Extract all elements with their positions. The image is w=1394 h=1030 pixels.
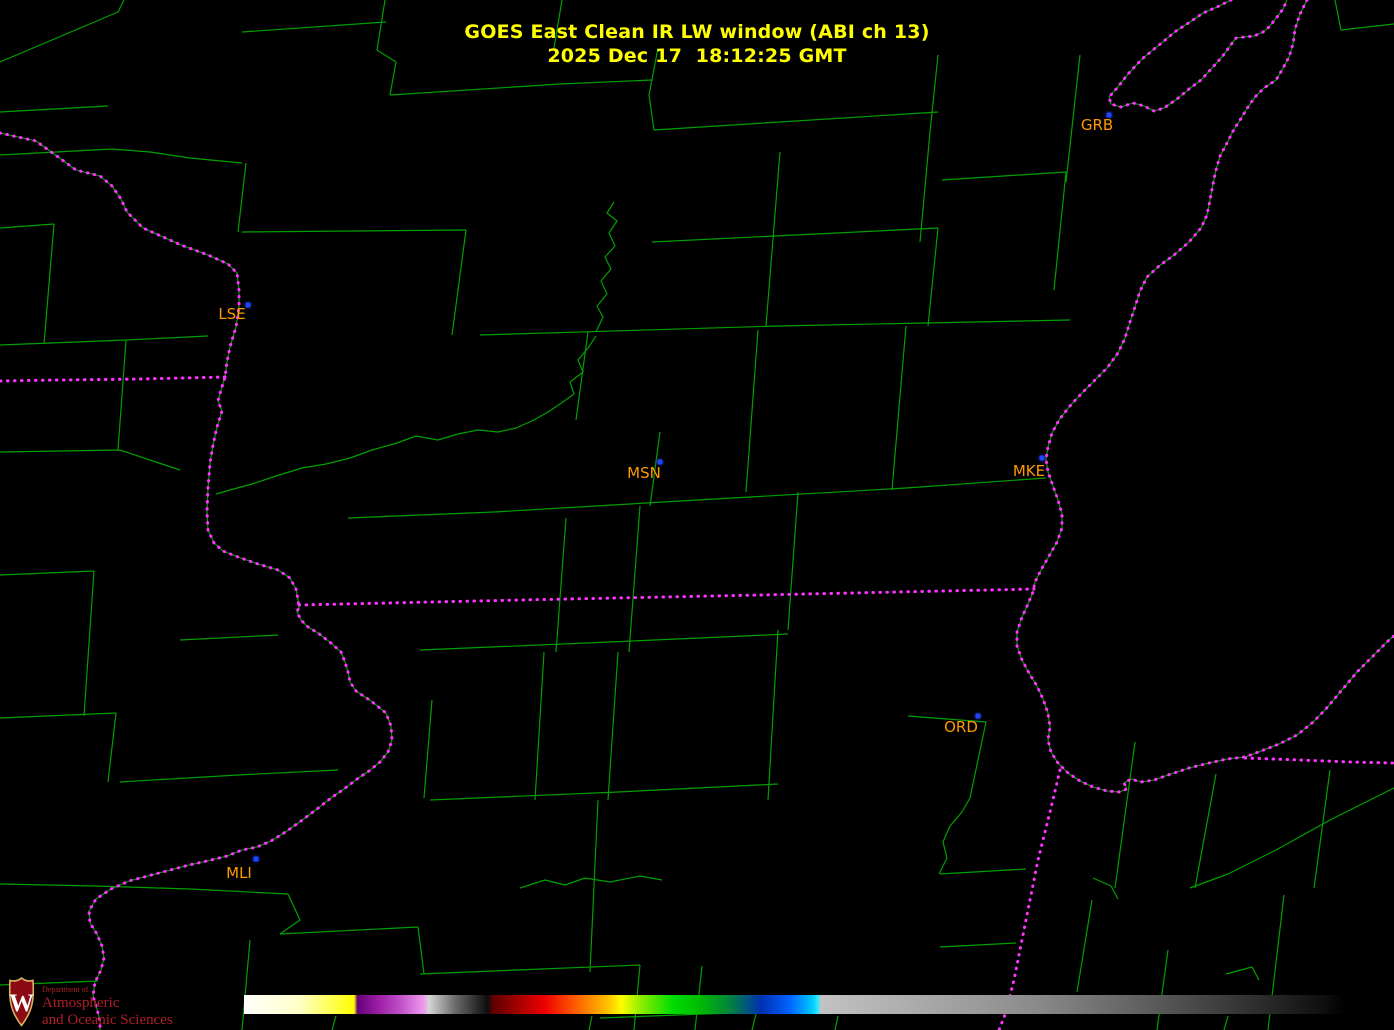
- county-line: [451, 229, 467, 336]
- county-line: [111, 148, 243, 164]
- county-line: [479, 325, 779, 336]
- county-line: [279, 893, 301, 935]
- county-line: [1114, 741, 1136, 889]
- county-line: [628, 505, 641, 653]
- county-line: [347, 511, 495, 519]
- county-line: [1092, 877, 1119, 900]
- county-line: [331, 1015, 337, 1030]
- mississippi-river-border: [0, 131, 394, 1030]
- colorbar: [244, 995, 1345, 1014]
- county-line: [617, 783, 779, 793]
- mississippi-river-bank: [0, 132, 393, 1030]
- county-line: [1223, 1015, 1229, 1030]
- county-line: [429, 791, 619, 801]
- image-timestamp: 2025 Dec 17 18:12:25 GMT: [547, 45, 847, 67]
- county-line: [905, 477, 1047, 489]
- illinois-indiana-border: [997, 768, 1062, 1030]
- image-title: GOES East Clean IR LW window (ABI ch 13): [464, 21, 930, 43]
- county-line: [0, 883, 289, 895]
- aos-logo: W Department of Atmospheric and Oceanic …: [8, 977, 173, 1028]
- county-line: [751, 1013, 757, 1030]
- county-line: [1194, 773, 1217, 889]
- county-line: [0, 148, 113, 156]
- river-county-line: [595, 201, 618, 333]
- county-line: [645, 487, 907, 504]
- county-line: [0, 449, 181, 471]
- county-line: [588, 1015, 593, 1030]
- county-line: [651, 227, 939, 243]
- county-line: [179, 634, 279, 641]
- satellite-map-viewport: GOES East Clean IR LW window (ABI ch 13)…: [0, 0, 1394, 1030]
- river-county-line: [519, 875, 663, 889]
- minnesota-iowa-border: [0, 375, 227, 383]
- county-line: [891, 325, 907, 491]
- logo-line-atmospheric: Atmospheric: [42, 995, 120, 1011]
- county-line: [419, 641, 611, 651]
- map-canvas: [0, 0, 1394, 1030]
- county-line: [237, 162, 247, 233]
- county-line: [745, 329, 759, 493]
- county-line: [919, 131, 931, 243]
- county-line: [649, 431, 661, 507]
- county-line: [423, 699, 433, 799]
- county-line: [83, 570, 95, 717]
- logo-line-oceanic: and Oceanic Sciences: [42, 1012, 173, 1028]
- wisconsin-illinois-border: [297, 587, 1036, 607]
- county-line: [938, 797, 971, 875]
- county-line: [939, 942, 1017, 948]
- county-line: [279, 926, 419, 935]
- county-line: [43, 223, 55, 345]
- crest-letter: W: [9, 990, 34, 1017]
- state-borders-layer: [0, 0, 1394, 1030]
- county-line: [589, 799, 599, 973]
- county-line: [417, 926, 425, 975]
- county-line: [1065, 54, 1081, 183]
- county-line: [767, 629, 779, 801]
- county-line: [241, 939, 251, 1030]
- county-line: [0, 335, 209, 346]
- county-line: [927, 227, 939, 327]
- county-line: [107, 712, 117, 783]
- county-line: [777, 319, 1071, 327]
- county-line: [1076, 899, 1093, 993]
- county-line: [389, 79, 653, 96]
- county-line: [1313, 769, 1331, 889]
- county-line: [555, 517, 567, 653]
- county-line: [493, 502, 647, 513]
- county-line: [0, 712, 117, 719]
- county-boundaries-layer: [0, 0, 1394, 1030]
- uw-crest-icon: W: [8, 977, 35, 1027]
- county-line: [241, 229, 467, 233]
- county-line: [653, 111, 939, 131]
- county-line: [534, 651, 545, 801]
- county-line: [607, 651, 619, 801]
- aos-logo-text: Department of Atmospheric and Oceanic Sc…: [42, 977, 173, 1028]
- county-line: [0, 570, 95, 576]
- county-line: [119, 769, 339, 783]
- county-line: [765, 151, 781, 327]
- shoreline-layer: [0, 0, 1394, 1030]
- county-line: [0, 105, 109, 113]
- indiana-michigan-border: [1243, 756, 1394, 765]
- county-line: [939, 868, 1027, 875]
- county-line: [117, 339, 127, 451]
- county-line: [1225, 966, 1260, 981]
- river-county-line: [215, 335, 597, 495]
- county-line: [1189, 787, 1394, 889]
- county-line: [1156, 949, 1169, 1030]
- county-line: [1053, 171, 1067, 291]
- county-line: [907, 715, 987, 799]
- county-line: [834, 1015, 839, 1030]
- county-line: [0, 223, 55, 229]
- county-line: [941, 171, 1067, 181]
- county-line: [609, 633, 789, 643]
- county-line: [419, 964, 641, 975]
- logo-department-of: Department of: [42, 985, 89, 994]
- county-line: [787, 491, 799, 631]
